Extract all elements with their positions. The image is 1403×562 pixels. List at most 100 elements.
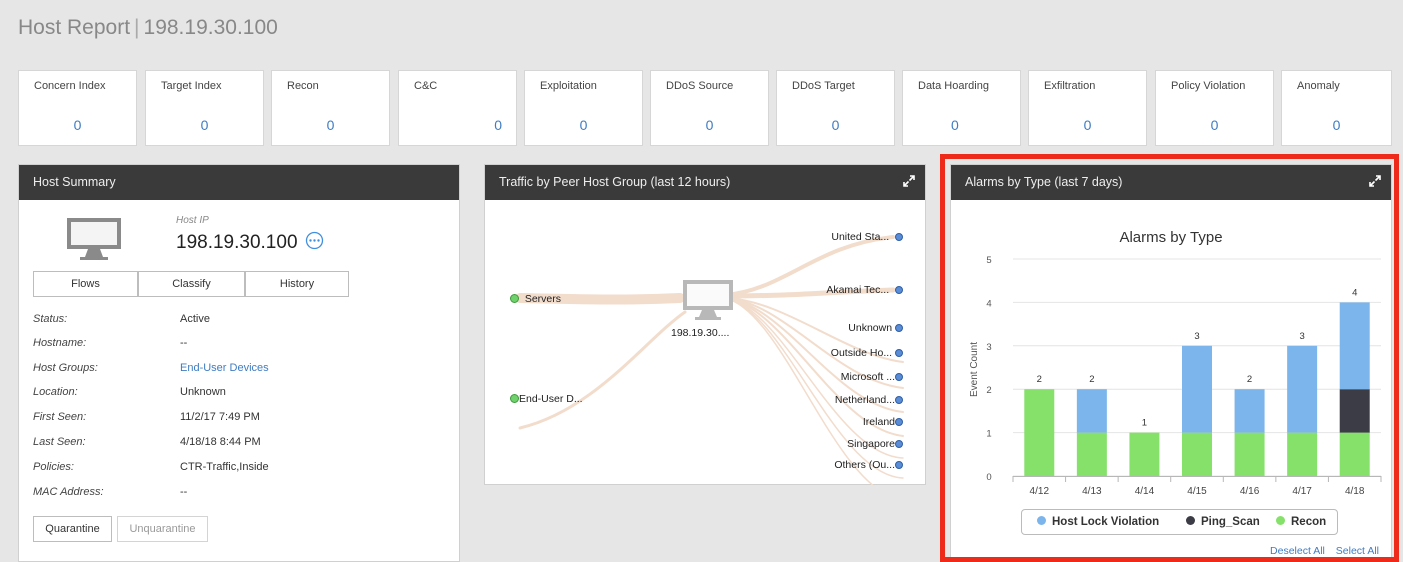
node-dot [895,286,903,294]
tile-exploitation[interactable]: Exploitation 0 [524,70,643,146]
node-akamai[interactable]: Akamai Tec... [826,284,903,296]
history-button[interactable]: History [245,271,349,297]
tile-value[interactable]: 0 [1156,117,1273,133]
host-monitor-icon[interactable] [682,279,734,323]
node-label: End-User D... [519,393,583,405]
node-label: Unknown [848,322,893,334]
tile-ddos-source[interactable]: DDoS Source 0 [650,70,769,146]
node-label: Singapore [847,438,895,450]
page-title-ip: 198.19.30.100 [143,16,278,39]
tile-target-index[interactable]: Target Index 0 [145,70,264,146]
tile-label: Target Index [161,80,222,92]
panel-header: Host Summary [19,165,459,200]
node-dot [510,394,519,403]
highlight-box [940,154,1399,562]
tile-label: DDoS Target [792,80,855,92]
node-singapore[interactable]: Singapore [847,438,903,450]
panel-title: Traffic by Peer Host Group (last 12 hour… [499,175,731,189]
panel-header: Traffic by Peer Host Group (last 12 hour… [485,165,925,200]
location-value: Unknown [180,386,226,398]
node-netherlands[interactable]: Netherland... [835,394,903,406]
tile-value[interactable]: 0 [1282,117,1391,133]
tile-value[interactable]: 0 [651,117,768,133]
tile-value[interactable]: 0 [525,117,642,133]
location-label: Location: [33,386,78,398]
node-label: Netherland... [834,394,895,406]
quarantine-button[interactable]: Quarantine [33,516,112,542]
tile-label: C&C [414,80,438,92]
node-dot [895,233,903,241]
tile-label: Exfiltration [1044,80,1096,92]
tile-label: Concern Index [34,80,106,92]
tile-value[interactable]: 0 [272,117,389,133]
node-label: United Sta... [831,231,890,243]
node-dot [895,373,903,381]
expand-icon[interactable] [903,175,915,187]
tile-value[interactable]: 0 [146,117,263,133]
tile-label: Data Hoarding [918,80,989,92]
tile-label: Exploitation [540,80,597,92]
node-dot [895,440,903,448]
node-dot [895,396,903,404]
node-label: Others (Ou... [834,459,895,471]
classify-button[interactable]: Classify [138,271,245,297]
node-microsoft[interactable]: Microsoft ... [841,371,903,383]
hostname-value: -- [180,337,188,349]
page-title: Host Report | 198.19.30.100 [18,16,278,40]
host-groups-label: Host Groups: [33,362,98,374]
mac-address-value: -- [180,486,188,498]
node-dot [895,461,903,469]
node-dot [895,324,903,332]
tile-label: Anomaly [1297,80,1340,92]
tile-recon[interactable]: Recon 0 [271,70,390,146]
page-title-text: Host Report [18,16,131,39]
security-index-tiles: Concern Index 0 Target Index 0 Recon 0 C&C 0… [18,70,1392,146]
node-unknown[interactable]: Unknown [848,322,903,334]
node-label: Ireland [862,416,895,428]
policies-label: Policies: [33,461,74,473]
tile-data-hoarding[interactable]: Data Hoarding 0 [902,70,1021,146]
tile-value[interactable]: 0 [777,117,894,133]
mac-address-label: MAC Address: [33,486,104,498]
tile-policy-violation[interactable]: Policy Violation 0 [1155,70,1274,146]
last-seen-value: 4/18/18 8:44 PM [180,436,261,448]
title-separator: | [134,16,140,39]
flows-button[interactable]: Flows [33,271,138,297]
node-dot [895,418,903,426]
host-summary-panel: Host Summary Host IP 198.19.30.100 Flows… [18,164,460,562]
node-end-user-devices[interactable]: End-User D... [510,393,583,405]
tile-concern-index[interactable]: Concern Index 0 [18,70,137,146]
more-options-icon[interactable] [305,231,324,250]
host-ip-value: 198.19.30.100 [176,231,324,254]
tile-exfiltration[interactable]: Exfiltration 0 [1028,70,1147,146]
tile-label: Policy Violation [1171,80,1246,92]
policies-value: CTR-Traffic,Inside [180,461,269,473]
node-outside-hosts[interactable]: Outside Ho... [831,347,903,359]
tile-ddos-target[interactable]: DDoS Target 0 [776,70,895,146]
tile-value[interactable]: 0 [399,117,516,133]
node-label: Akamai Tec... [826,284,890,296]
node-label: Outside Ho... [830,347,893,359]
traffic-panel: Traffic by Peer Host Group (last 12 hour… [484,164,926,485]
tile-value[interactable]: 0 [1029,117,1146,133]
node-dot [895,349,903,357]
tile-value[interactable]: 0 [903,117,1020,133]
monitor-icon [67,218,121,260]
tile-label: DDoS Source [666,80,734,92]
node-servers[interactable]: Servers [510,293,561,305]
node-others[interactable]: Others (Ou... [834,459,903,471]
node-ireland[interactable]: Ireland [863,416,903,428]
status-label: Status: [33,313,68,325]
first-seen-label: First Seen: [33,411,87,423]
status-value: Active [180,313,210,325]
host-groups-link[interactable]: End-User Devices [180,362,269,374]
tile-anomaly[interactable]: Anomaly 0 [1281,70,1392,146]
host-ip-label: Host IP [176,215,209,226]
host-report-page: Host Report | 198.19.30.100 Concern Index 0… [0,0,1403,562]
center-host-label: 198.19.30.... [671,327,730,339]
node-dot [510,294,519,303]
tile-c-and-c[interactable]: C&C 0 [398,70,517,146]
tile-label: Recon [287,80,319,92]
tile-value[interactable]: 0 [19,117,136,133]
node-united-states[interactable]: United Sta... [831,231,903,243]
